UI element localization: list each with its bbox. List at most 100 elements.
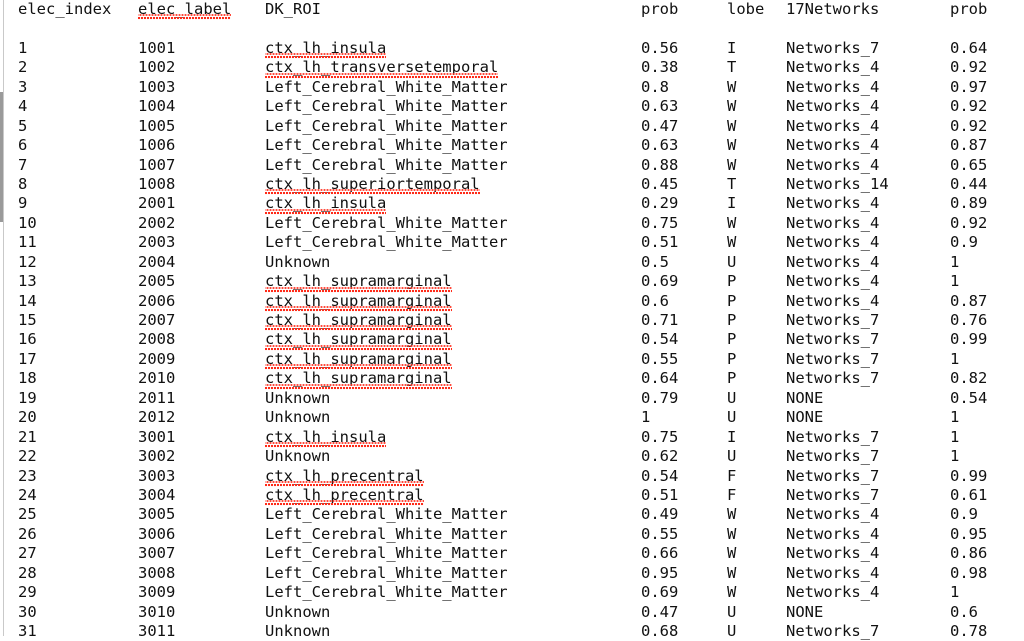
cell-elec-label: 2009 xyxy=(138,349,176,368)
table-row: 26 3006 Left_Cerebral_White_Matter 0.55 W Net… xyxy=(0,525,1024,544)
cell-prob-2: 1 xyxy=(950,349,960,368)
cell-prob-2: 0.99 xyxy=(950,466,988,485)
cell-elec-index: 22 xyxy=(18,447,37,466)
cell-prob-1: 0.56 xyxy=(641,38,679,57)
table-row: 13 2005 ctx_lh_supramarginal 0.69 P Networks_… xyxy=(0,272,1024,294)
cell-elec-label: 3003 xyxy=(138,466,176,485)
cell-prob-1: 0.49 xyxy=(641,505,679,524)
cell-elec-label: 1007 xyxy=(138,155,176,174)
cell-prob-2: 0.95 xyxy=(950,524,988,543)
cell-dk-roi: Left_Cerebral_White_Matter xyxy=(265,136,508,155)
cell-lobe: U xyxy=(727,408,737,427)
cell-17networks: Networks_7 xyxy=(786,330,880,349)
table-row: 4 1004 Left_Cerebral_White_Matter 0.63 W Netw… xyxy=(0,97,1024,116)
table-row: 9 2001 ctx_lh_insula 0.29 I Networks_4 0.89 xyxy=(0,194,1024,216)
cell-elec-label: 1005 xyxy=(138,116,176,135)
cell-elec-label: 1006 xyxy=(138,136,176,155)
cell-17networks: Networks_7 xyxy=(786,38,880,57)
cell-lobe: P xyxy=(727,330,737,349)
table-row: 14 2006 ctx_lh_supramarginal 0.6 P Networks_4… xyxy=(0,291,1024,313)
cell-dk-roi: ctx_lh_supramarginal xyxy=(265,349,452,371)
cell-elec-index: 15 xyxy=(18,311,37,329)
spellcheck-underline: ctx_lh_insula xyxy=(265,194,387,216)
cell-lobe: U xyxy=(727,388,737,407)
cell-prob-2: 0.89 xyxy=(950,194,988,213)
table-row: 5 1005 Left_Cerebral_White_Matter 0.47 W Netw… xyxy=(0,117,1024,136)
cell-17networks: Networks_4 xyxy=(786,136,880,155)
cell-lobe: U xyxy=(727,622,737,640)
table-row: 12 2004 Unknown 0.5 U Networks_4 1 xyxy=(0,253,1024,272)
cell-17networks: Networks_4 xyxy=(786,544,880,563)
cell-dk-roi: Left_Cerebral_White_Matter xyxy=(265,505,508,524)
cell-prob-1: 0.71 xyxy=(641,311,679,329)
cell-elec-index: 11 xyxy=(18,233,37,252)
table-row: 18 2010 ctx_lh_supramarginal 0.64 P Networks_… xyxy=(0,369,1024,391)
cell-lobe: W xyxy=(727,524,737,543)
cell-elec-label: 2003 xyxy=(138,233,176,252)
cell-prob-1: 0.69 xyxy=(641,583,679,602)
cell-prob-2: 0.92 xyxy=(950,213,988,232)
cell-prob-2: 0.92 xyxy=(950,97,988,116)
cell-lobe: W xyxy=(727,77,737,96)
cell-prob-2: 0.99 xyxy=(950,330,988,349)
spellcheck-underline: ctx_lh_insula xyxy=(265,427,387,449)
cell-dk-roi: Unknown xyxy=(265,388,331,407)
cell-elec-index: 13 xyxy=(18,272,37,291)
cell-17networks: Networks_4 xyxy=(786,213,880,232)
cell-elec-index: 18 xyxy=(18,369,37,388)
cell-elec-label: 3010 xyxy=(138,602,176,621)
cell-elec-index: 14 xyxy=(18,291,37,310)
cell-prob-1: 0.63 xyxy=(641,97,679,116)
cell-lobe: F xyxy=(727,485,737,504)
cell-17networks: Networks_4 xyxy=(786,155,880,174)
cell-lobe: W xyxy=(727,233,737,252)
column-header-prob-2: prob xyxy=(950,0,988,18)
cell-lobe: P xyxy=(727,349,737,368)
cell-elec-index: 30 xyxy=(18,602,37,621)
cell-elec-index: 12 xyxy=(18,252,37,271)
cell-dk-roi: ctx_lh_insula xyxy=(265,194,387,216)
cell-prob-2: 0.61 xyxy=(950,485,988,504)
cell-prob-1: 0.29 xyxy=(641,194,679,213)
table-row: 31 3011 Unknown 0.68 U Networks_7 0.78 xyxy=(0,622,1024,641)
cell-dk-roi: Left_Cerebral_White_Matter xyxy=(265,524,508,543)
cell-17networks: Networks_4 xyxy=(786,272,880,291)
cell-elec-label: 2012 xyxy=(138,408,176,427)
cell-dk-roi: ctx_lh_supramarginal xyxy=(265,369,452,391)
cell-lobe: F xyxy=(727,466,737,485)
cell-lobe: U xyxy=(727,447,737,466)
cell-elec-label: 2006 xyxy=(138,291,176,310)
cell-dk-roi: ctx_lh_supramarginal xyxy=(265,292,452,313)
spellcheck-underline: ctx_lh_supramarginal xyxy=(265,369,452,391)
cell-dk-roi: ctx_lh_supramarginal xyxy=(265,311,452,332)
cell-elec-index: 17 xyxy=(18,349,37,368)
cell-prob-1: 0.8 xyxy=(641,77,669,96)
cell-prob-1: 0.38 xyxy=(641,58,679,77)
table-row: 19 2011 Unknown 0.79 U NONE 0.54 xyxy=(0,389,1024,408)
table-row: 7 1007 Left_Cerebral_White_Matter 0.88 W Netw… xyxy=(0,156,1024,175)
cell-dk-roi: Left_Cerebral_White_Matter xyxy=(265,77,508,96)
cell-lobe: W xyxy=(727,505,737,524)
cell-prob-1: 0.5 xyxy=(641,252,669,271)
table-row: 15 2007 ctx_lh_supramarginal 0.71 P Networks_… xyxy=(0,311,1024,332)
cell-lobe: W xyxy=(727,155,737,174)
cell-lobe: U xyxy=(727,252,737,271)
table-row: 3 1003 Left_Cerebral_White_Matter 0.8 W Netwo… xyxy=(0,78,1024,97)
cell-prob-1: 0.63 xyxy=(641,136,679,155)
spellcheck-underline: ctx_lh_supramarginal xyxy=(265,330,452,352)
cell-elec-label: 2001 xyxy=(138,194,176,213)
table-row: 20 2012 Unknown 1 U NONE 1 xyxy=(0,408,1024,427)
cell-lobe: P xyxy=(727,272,737,291)
cell-lobe: P xyxy=(727,291,737,310)
cell-elec-index: 20 xyxy=(18,408,37,427)
cell-17networks: NONE xyxy=(786,602,824,621)
cell-prob-2: 0.76 xyxy=(950,311,988,329)
cell-prob-2: 1 xyxy=(950,272,960,291)
cell-dk-roi: Left_Cerebral_White_Matter xyxy=(265,544,508,563)
cell-prob-2: 0.9 xyxy=(950,233,978,252)
cell-lobe: W xyxy=(727,563,737,582)
table-row: 10 2002 Left_Cerebral_White_Matter 0.75 W Net… xyxy=(0,214,1024,233)
spellcheck-underline: ctx_lh_supramarginal xyxy=(265,349,452,371)
cell-elec-label: 2010 xyxy=(138,369,176,388)
cell-dk-roi: ctx_lh_supramarginal xyxy=(265,330,452,352)
